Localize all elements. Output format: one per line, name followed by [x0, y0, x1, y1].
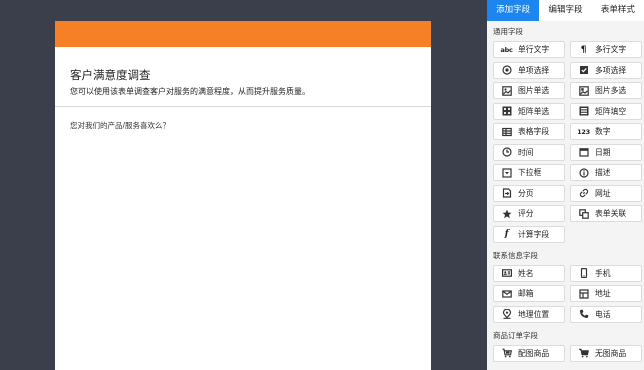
field-grid: abc 单行文字 ¶ 多行文字单项选择 多项选择图片单选 图片多选矩阵单选 矩阵填空表格字段… [493, 41, 642, 243]
link-icon [578, 188, 589, 199]
field-label: 表格字段 [518, 127, 550, 136]
add-field-button[interactable]: 地址 [570, 285, 642, 302]
field-label: 单行文字 [518, 45, 550, 54]
form-description: 您可以使用该表单调查客户对服务的满意程度，从而提升服务质量。 [70, 87, 310, 96]
section-title: 商品订单字段 [493, 330, 538, 340]
field-label: 数字 [595, 127, 611, 136]
panel-tabs: 添加字段 编辑字段 表单样式 [487, 0, 644, 21]
radio-icon [501, 65, 512, 76]
add-field-button[interactable]: 姓名 [493, 264, 565, 282]
add-field-button[interactable]: 邮箱 [493, 285, 565, 302]
field-label: 表单关联 [595, 209, 627, 218]
matrix-radio-icon [501, 106, 512, 117]
field-label: 配图商品 [518, 348, 550, 358]
add-field-button[interactable]: 网址 [570, 184, 642, 202]
add-field-button[interactable]: 配图商品 [493, 344, 565, 362]
field-label: 电话 [595, 309, 611, 319]
form-title: 客户满意度调查 [70, 68, 151, 82]
star-icon [501, 208, 512, 219]
add-field-button[interactable]: 单项选择 [493, 61, 565, 79]
tab-add-field[interactable]: 添加字段 [487, 0, 540, 21]
add-field-button[interactable]: ¶ 多行文字 [570, 41, 642, 58]
field-label: 分页 [518, 188, 534, 198]
form-header-banner [55, 21, 431, 47]
add-field-button[interactable]: 分页 [493, 184, 565, 202]
image-radio-icon [501, 85, 512, 96]
add-field-button[interactable]: 下拉框 [493, 164, 565, 181]
mobile-icon [578, 268, 589, 279]
add-field-button[interactable]: abc 单行文字 [493, 41, 565, 58]
add-field-button[interactable]: 描述 [570, 164, 642, 181]
table-icon [501, 126, 512, 137]
cart-image-icon [501, 348, 512, 359]
number-icon: 123 [577, 127, 590, 136]
field-label: 无图商品 [595, 348, 627, 358]
field-label: 日期 [595, 147, 611, 157]
field-grid: 姓名 手机邮箱 地址地理位置 电话 [493, 264, 642, 323]
field-label: 多项选择 [595, 65, 627, 75]
add-field-button[interactable]: 无图商品 [570, 344, 642, 362]
add-field-button[interactable]: 时间 [493, 143, 565, 161]
tab-form-style[interactable]: 表单样式 [592, 0, 644, 21]
cart-icon [578, 348, 589, 359]
field-label: 下拉框 [518, 168, 542, 177]
add-field-button[interactable]: 评分 [493, 205, 565, 222]
field-label: 矩阵填空 [595, 106, 627, 116]
panel-body: 通用字段 abc 单行文字 ¶ 多行文字单项选择 多项选择图片单选 图片多选矩阵单选 矩阵填空… [487, 21, 644, 370]
field-label: 地址 [595, 289, 611, 298]
add-field-button[interactable]: 地理位置 [493, 305, 565, 323]
phone-icon [578, 309, 589, 320]
field-label: 单项选择 [518, 65, 550, 75]
section-title: 通用字段 [493, 27, 523, 36]
field-label: 描述 [595, 168, 611, 177]
add-field-button[interactable]: 表格字段 [493, 123, 565, 140]
field-panel: 添加字段 编辑字段 表单样式 通用字段 abc 单行文字 ¶ 多行文字单项选择 多项选择图片单… [487, 0, 644, 370]
field-label: 矩阵单选 [518, 106, 550, 116]
dropdown-icon [501, 167, 512, 178]
tab-edit-field[interactable]: 编辑字段 [539, 0, 591, 21]
function-icon: f [504, 229, 509, 239]
field-label: 手机 [595, 268, 611, 278]
calendar-icon [578, 147, 589, 158]
add-field-button[interactable]: 矩阵填空 [570, 102, 642, 120]
add-field-button[interactable]: 表单关联 [570, 205, 642, 222]
add-field-button[interactable]: 矩阵单选 [493, 102, 565, 120]
field-label: 时间 [518, 147, 534, 157]
add-field-button[interactable]: 图片多选 [570, 82, 642, 99]
add-field-button[interactable]: 图片单选 [493, 82, 565, 99]
clock-icon [501, 147, 512, 158]
form-link-icon [578, 208, 589, 219]
add-field-button[interactable]: 多项选择 [570, 61, 642, 79]
field-label: 多行文字 [595, 45, 627, 54]
page-break-icon [501, 188, 512, 199]
checkbox-icon [578, 65, 589, 76]
address-icon [578, 288, 589, 299]
field-label: 姓名 [518, 268, 534, 278]
field-label: 评分 [518, 209, 534, 218]
paragraph-icon: ¶ [580, 44, 587, 55]
id-card-icon [501, 268, 512, 279]
image-checkbox-icon [578, 85, 589, 96]
add-field-button[interactable]: 123 数字 [570, 123, 642, 140]
field-label: 邮箱 [518, 289, 534, 298]
info-icon [578, 167, 589, 178]
add-field-button[interactable]: 日期 [570, 143, 642, 161]
field-label: 图片单选 [518, 86, 550, 95]
mail-icon [501, 288, 512, 299]
add-field-button[interactable]: f 计算字段 [493, 225, 565, 243]
form-divider [55, 106, 431, 107]
field-label: 图片多选 [595, 86, 627, 95]
add-field-button[interactable]: 手机 [570, 264, 642, 282]
field-grid: 配图商品 无图商品 [493, 344, 642, 362]
add-field-button[interactable]: 电话 [570, 305, 642, 323]
field-label: 网址 [595, 188, 611, 198]
form-preview-card: 客户满意度调查 您可以使用该表单调查客户对服务的满意程度，从而提升服务质量。 您… [55, 21, 431, 370]
matrix-fill-icon [578, 106, 589, 117]
location-icon [501, 309, 512, 320]
abc-icon: abc [500, 45, 513, 54]
field-label: 地理位置 [518, 309, 550, 319]
field-label: 计算字段 [518, 229, 550, 239]
form-question-label[interactable]: 您对我们的产品/服务喜欢么？ [70, 121, 431, 131]
section-title: 联系信息字段 [493, 250, 538, 260]
